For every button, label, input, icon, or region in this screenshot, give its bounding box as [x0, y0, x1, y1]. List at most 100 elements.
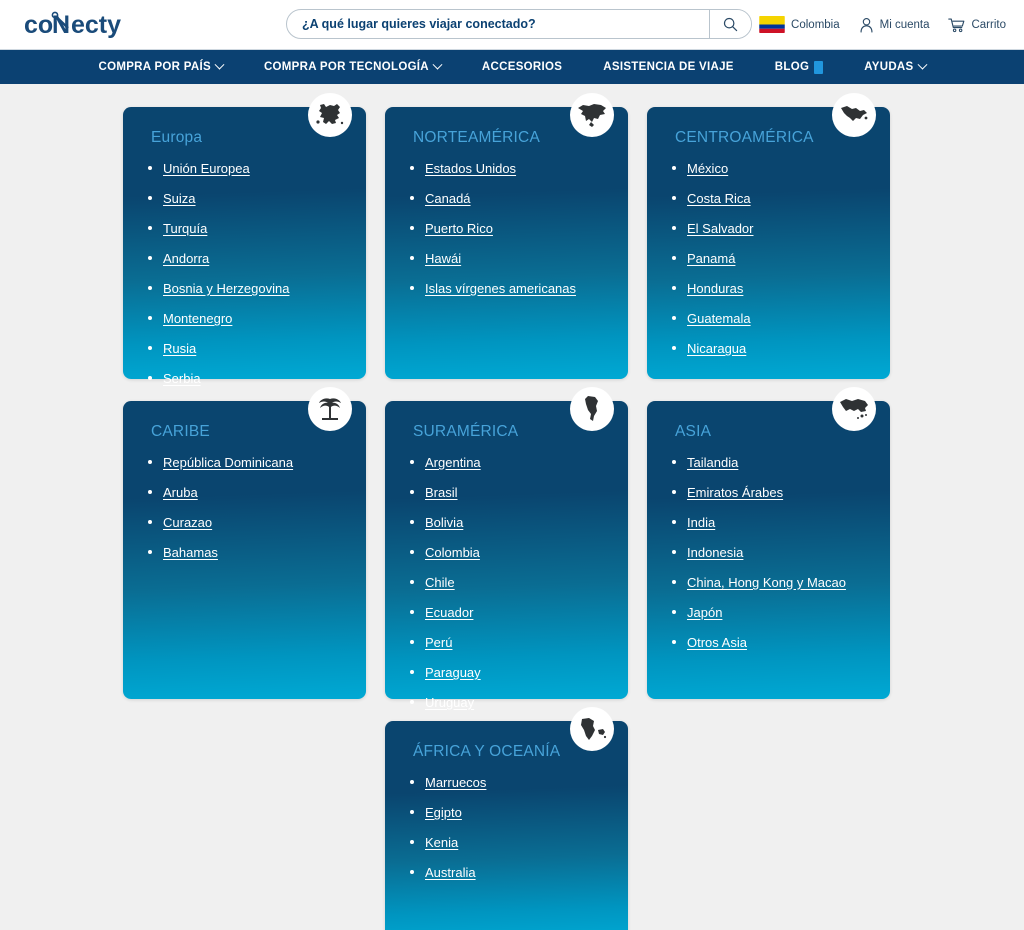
country-link[interactable]: Unión Europea — [163, 161, 250, 176]
country-link[interactable]: Chile — [425, 575, 455, 590]
nav-item-compra-por-tecnologia[interactable]: COMPRA POR TECNOLOGÍA — [263, 59, 443, 73]
country-link[interactable]: Brasil — [425, 485, 458, 500]
nav-item-compra-por-pais[interactable]: COMPRA POR PAÍS — [98, 59, 225, 73]
country-link[interactable]: Indonesia — [687, 545, 743, 560]
country-link[interactable]: Emiratos Árabes — [687, 485, 783, 500]
country-link[interactable]: Islas vírgenes americanas — [425, 281, 576, 296]
south-america-map-icon — [570, 387, 614, 431]
region-card-grid: Europa Unión Europea Suiza Turquía Andor… — [123, 84, 901, 930]
svg-text:ecty: ecty — [71, 11, 121, 39]
country-link[interactable]: Aruba — [163, 485, 198, 500]
list-item: Egipto — [403, 805, 610, 821]
nav-item-ayudas[interactable]: AYUDAS — [864, 59, 927, 73]
region-card-asia[interactable]: ASIA Tailandia Emiratos Árabes India Ind… — [647, 387, 890, 699]
country-list: Estados Unidos Canadá Puerto Rico Hawái … — [403, 161, 610, 297]
list-item: Islas vírgenes americanas — [403, 281, 610, 297]
country-link[interactable]: India — [687, 515, 715, 530]
nav-item-asistencia-de-viaje[interactable]: ASISTENCIA DE VIAJE — [603, 61, 734, 73]
list-item: Turquía — [141, 221, 348, 237]
country-list: República Dominicana Aruba Curazao Baham… — [141, 455, 348, 561]
nav-item-blog[interactable]: BLOG — [775, 60, 824, 74]
country-link[interactable]: Nicaragua — [687, 341, 746, 356]
region-card-centroamerica[interactable]: CENTROAMÉRICA México Costa Rica El Salva… — [647, 93, 890, 379]
country-link[interactable]: Uruguay — [425, 695, 474, 710]
country-selector[interactable]: Colombia — [759, 16, 840, 33]
country-link[interactable]: Canadá — [425, 191, 471, 206]
list-item: Otros Asia — [665, 635, 872, 651]
nav-label: COMPRA POR TECNOLOGÍA — [263, 61, 429, 73]
list-item: Brasil — [403, 485, 610, 501]
brand-logo[interactable]: co N ecty — [24, 10, 142, 40]
country-link[interactable]: Rusia — [163, 341, 196, 356]
country-link[interactable]: Panamá — [687, 251, 735, 266]
country-link[interactable]: Serbia — [163, 371, 201, 386]
search-icon — [723, 17, 738, 31]
country-link[interactable]: Colombia — [425, 545, 480, 560]
country-link[interactable]: China, Hong Kong y Macao — [687, 575, 846, 590]
country-link[interactable]: Japón — [687, 605, 722, 620]
list-item: Canadá — [403, 191, 610, 207]
country-list: Tailandia Emiratos Árabes India Indonesi… — [665, 455, 872, 651]
nav-label: COMPRA POR PAÍS — [98, 61, 211, 73]
search-input[interactable] — [287, 10, 709, 38]
country-link[interactable]: Curazao — [163, 515, 212, 530]
chevron-down-icon — [432, 59, 443, 70]
list-item: Suiza — [141, 191, 348, 207]
header-utility-nav: Colombia Mi cuenta Carrito — [759, 0, 1006, 49]
chevron-down-icon — [917, 59, 927, 70]
country-link[interactable]: Paraguay — [425, 665, 481, 680]
cart-link[interactable]: Carrito — [948, 17, 1006, 33]
search-button[interactable] — [709, 10, 751, 38]
country-link[interactable]: Turquía — [163, 221, 207, 236]
central-america-map-icon — [832, 93, 876, 137]
region-card-europa[interactable]: Europa Unión Europea Suiza Turquía Andor… — [123, 93, 366, 385]
country-link[interactable]: Hawái — [425, 251, 461, 266]
list-item: Perú — [403, 635, 610, 651]
country-list: Marruecos Egipto Kenia Australia — [403, 775, 610, 881]
list-item: China, Hong Kong y Macao — [665, 575, 872, 591]
region-card-africa-oceania[interactable]: ÁFRICA Y OCEANÍA Marruecos Egipto Kenia … — [385, 707, 628, 930]
list-item: Nicaragua — [665, 341, 872, 357]
country-link[interactable]: Guatemala — [687, 311, 751, 326]
list-item: Serbia — [141, 371, 348, 387]
country-link[interactable]: Otros Asia — [687, 635, 747, 650]
country-link[interactable]: Perú — [425, 635, 452, 650]
search-bar[interactable] — [286, 9, 752, 39]
country-link[interactable]: Bolivia — [425, 515, 463, 530]
list-item: Panamá — [665, 251, 872, 267]
country-link[interactable]: Ecuador — [425, 605, 473, 620]
country-link[interactable]: México — [687, 161, 728, 176]
country-link[interactable]: Marruecos — [425, 775, 486, 790]
nav-label: ASISTENCIA DE VIAJE — [603, 61, 734, 73]
region-card-caribe[interactable]: CARIBE República Dominicana Aruba Curaza… — [123, 387, 366, 699]
list-item: Kenia — [403, 835, 610, 851]
country-list: Argentina Brasil Bolivia Colombia Chile … — [403, 455, 610, 711]
region-card-suramerica[interactable]: SURAMÉRICA Argentina Brasil Bolivia Colo… — [385, 387, 628, 709]
country-link[interactable]: Bosnia y Herzegovina — [163, 281, 289, 296]
country-link[interactable]: Egipto — [425, 805, 462, 820]
nav-label: AYUDAS — [864, 61, 914, 73]
country-link[interactable]: Honduras — [687, 281, 743, 296]
country-link[interactable]: Estados Unidos — [425, 161, 516, 176]
list-item: Emiratos Árabes — [665, 485, 872, 501]
region-card-norteamerica[interactable]: NORTEAMÉRICA Estados Unidos Canadá Puert… — [385, 93, 628, 379]
country-link[interactable]: Argentina — [425, 455, 481, 470]
country-link[interactable]: Andorra — [163, 251, 209, 266]
country-link[interactable]: República Dominicana — [163, 455, 293, 470]
list-item: Bosnia y Herzegovina — [141, 281, 348, 297]
conecty-logo-icon: co N ecty — [24, 11, 121, 39]
country-link[interactable]: Montenegro — [163, 311, 232, 326]
country-link[interactable]: Kenia — [425, 835, 458, 850]
country-link[interactable]: Suiza — [163, 191, 196, 206]
list-item: Colombia — [403, 545, 610, 561]
country-link[interactable]: Bahamas — [163, 545, 218, 560]
nav-item-accesorios[interactable]: ACCESORIOS — [482, 61, 562, 73]
country-list: Unión Europea Suiza Turquía Andorra Bosn… — [141, 161, 348, 387]
account-link[interactable]: Mi cuenta — [859, 17, 929, 33]
country-link[interactable]: Puerto Rico — [425, 221, 493, 236]
list-item: Bahamas — [141, 545, 348, 561]
country-link[interactable]: Tailandia — [687, 455, 738, 470]
country-link[interactable]: El Salvador — [687, 221, 753, 236]
country-link[interactable]: Costa Rica — [687, 191, 751, 206]
country-link[interactable]: Australia — [425, 865, 476, 880]
